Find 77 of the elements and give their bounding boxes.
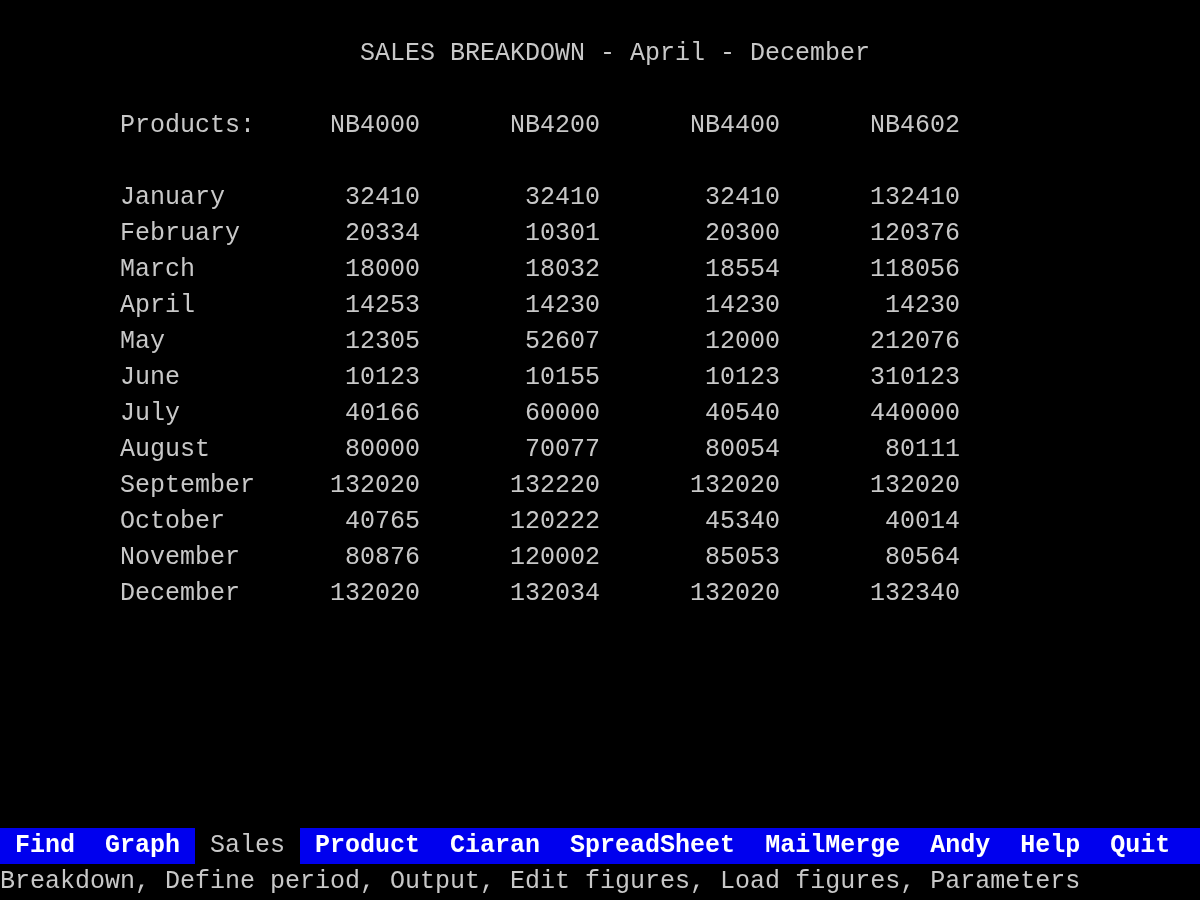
row-label: November: [120, 542, 241, 574]
menu-item[interactable]: Andy: [915, 828, 1006, 864]
row-label: February: [120, 218, 241, 250]
table-cell-text: 440000: [870, 398, 960, 430]
row-label: May: [120, 326, 165, 358]
table-cell-text: 18000: [345, 254, 420, 286]
row-label: July: [120, 398, 180, 430]
table-cell-text: 40540: [705, 398, 780, 430]
table-cell-text: 132034: [510, 578, 600, 610]
table-cell-text: 12305: [345, 326, 420, 358]
table-cell-text: 45340: [705, 506, 780, 538]
menu-item[interactable]: SpreadSheet: [555, 828, 751, 864]
table-cell-text: 10301: [525, 218, 600, 250]
table-cell-text: 40014: [885, 506, 960, 538]
table-cell-text: 132020: [690, 470, 780, 502]
table-cell-text: 20300: [705, 218, 780, 250]
menu-item[interactable]: Find: [0, 828, 90, 864]
row-label: March: [120, 254, 195, 286]
menu-item[interactable]: Graph: [90, 828, 196, 864]
table-cell-text: 10155: [525, 362, 600, 394]
report-title: SALES BREAKDOWN - April - December: [359, 38, 871, 70]
menu-item[interactable]: Ciaran: [435, 828, 556, 864]
table-cell-text: 14253: [345, 290, 420, 322]
menu-item[interactable]: Quit: [1095, 828, 1186, 864]
column-header: Products:: [120, 110, 256, 142]
column-header: NB4000: [330, 110, 420, 142]
table-cell-text: 80054: [705, 434, 780, 466]
row-label: December: [120, 578, 241, 610]
table-cell-text: 18554: [705, 254, 780, 286]
table-cell-text: 20334: [345, 218, 420, 250]
table-cell-text: 80564: [885, 542, 960, 574]
table-cell-text: 120002: [510, 542, 600, 574]
row-label: January: [120, 182, 226, 214]
row-label: October: [120, 506, 226, 538]
table-cell-text: 10123: [705, 362, 780, 394]
table-cell-text: 212076: [870, 326, 960, 358]
menu-item[interactable]: Product: [300, 828, 436, 864]
menu-item[interactable]: MailMerge: [750, 828, 916, 864]
table-cell-text: 14230: [885, 290, 960, 322]
table-cell-text: 52607: [525, 326, 600, 358]
table-cell-text: 120376: [870, 218, 960, 250]
table-cell-text: 12000: [705, 326, 780, 358]
table-cell-text: 132220: [510, 470, 600, 502]
table-cell-text: 120222: [510, 506, 600, 538]
column-header: NB4602: [870, 110, 960, 142]
table-cell-text: 14230: [525, 290, 600, 322]
table-cell-text: 132410: [870, 182, 960, 214]
table-cell-text: 14230: [705, 290, 780, 322]
row-label: September: [120, 470, 256, 502]
table-cell-text: 80876: [345, 542, 420, 574]
row-label: June: [120, 362, 180, 394]
table-cell-text: 40765: [345, 506, 420, 538]
table-cell-text: 132020: [330, 470, 420, 502]
table-cell-text: 132020: [330, 578, 420, 610]
row-label: August: [120, 434, 210, 466]
column-header: NB4400: [690, 110, 780, 142]
table-cell-text: 18032: [525, 254, 600, 286]
table-cell-text: 80000: [345, 434, 420, 466]
table-cell-text: 32410: [525, 182, 600, 214]
table-cell-text: 80111: [885, 434, 960, 466]
table-cell-text: 32410: [345, 182, 420, 214]
table-cell-text: 310123: [870, 362, 960, 394]
table-cell-text: 132020: [690, 578, 780, 610]
table-cell-text: 85053: [705, 542, 780, 574]
table-cell-text: 40166: [345, 398, 420, 430]
column-header: NB4200: [510, 110, 600, 142]
table-cell-text: 32410: [705, 182, 780, 214]
table-cell-text: 10123: [345, 362, 420, 394]
menu-item[interactable]: Sales: [195, 828, 301, 864]
row-label: April: [120, 290, 195, 322]
menu-item[interactable]: Help: [1005, 828, 1096, 864]
status-line: Breakdown, Define period, Output, Edit figures, Load figures, Parameters: [0, 866, 1081, 898]
table-cell-text: 70077: [525, 434, 600, 466]
table-cell-text: 118056: [870, 254, 960, 286]
table-cell-text: 132020: [870, 470, 960, 502]
table-cell-text: 60000: [525, 398, 600, 430]
table-cell-text: 132340: [870, 578, 960, 610]
